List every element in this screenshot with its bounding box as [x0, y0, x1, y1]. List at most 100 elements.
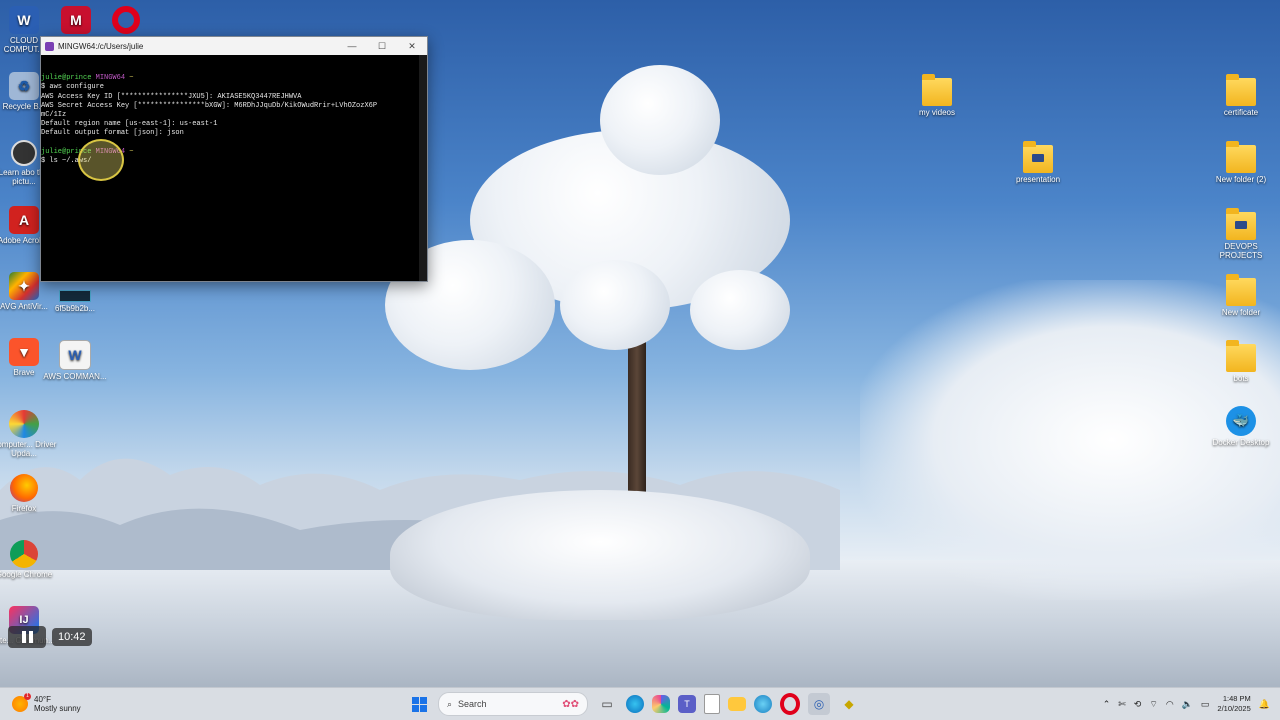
edge-icon[interactable]: [626, 695, 644, 713]
terminal-line: Default region name [us-east-1]: us-east…: [41, 120, 218, 129]
chevron-up-icon[interactable]: ⌃: [1103, 699, 1111, 710]
wifi-icon[interactable]: ◠: [1166, 699, 1174, 710]
windows-icon: [411, 696, 427, 712]
pause-icon[interactable]: [8, 626, 46, 648]
folder-icon: [1226, 74, 1256, 106]
desktop-icon-label: Docker Desktop: [1212, 438, 1270, 447]
desktop-icon-presentation[interactable]: presentation: [1003, 141, 1073, 184]
image-file-icon: [59, 290, 91, 302]
folder-icon: [1226, 208, 1256, 240]
desktop-icon-certificate[interactable]: certificate: [1206, 74, 1276, 117]
weather-desc: Mostly sunny: [34, 704, 81, 713]
search-icon: ⌕: [447, 698, 453, 709]
desktop-icon-new-folder-2[interactable]: New folder (2): [1206, 141, 1276, 184]
git-bash-icon[interactable]: ◎: [808, 693, 830, 715]
start-button[interactable]: [408, 693, 430, 715]
desktop-icon-my-videos[interactable]: my videos: [902, 74, 972, 117]
clock[interactable]: 1:48 PM 2/10/2025: [1217, 694, 1250, 714]
weather-widget[interactable]: 1 40°F Mostly sunny: [0, 693, 192, 713]
notifications-icon[interactable]: 🔔: [1259, 699, 1270, 710]
terminal-line: mC/1Iz: [41, 111, 67, 120]
prompt-env: MINGW64: [95, 74, 126, 83]
desktop-icon-label: New folder: [1221, 308, 1261, 317]
tray-app-icon[interactable]: ✄: [1118, 699, 1126, 710]
terminal-line: AWS Secret Access Key [****************b…: [41, 101, 378, 110]
word-doc-icon: W: [59, 340, 91, 370]
opera-icon: [112, 6, 140, 34]
avg-antivirus-icon: ✦: [9, 272, 39, 300]
opera-taskbar-icon[interactable]: [780, 693, 800, 715]
chrome-icon: [10, 540, 38, 568]
desktop-icon-label: Computer... Driver Upda...: [0, 440, 57, 458]
prompt-path: ~: [129, 74, 134, 83]
file-explorer-icon[interactable]: [728, 697, 746, 711]
browser-icon[interactable]: [754, 695, 772, 713]
desktop-icon-chrome[interactable]: Google Chrome: [0, 540, 59, 579]
folder-icon: [1226, 274, 1256, 306]
file-icon[interactable]: [704, 694, 720, 714]
network-icon[interactable]: ⌔: [1149, 699, 1157, 710]
desktop-icon-label: 6f5b9b2b...: [54, 304, 96, 313]
taskbar-apps: ⌕ Search ✿✿ ▭ T ◎ ◆: [408, 692, 860, 716]
terminal-scrollbar[interactable]: [419, 55, 427, 281]
folder-icon: [1226, 141, 1256, 173]
desktop-icon-firefox[interactable]: Firefox: [0, 474, 59, 513]
clock-date: 2/10/2025: [1217, 704, 1251, 713]
recycle-bin-icon: ♻: [9, 72, 39, 100]
terminal-titlebar[interactable]: MINGW64:/c/Users/julie — ☐ ✕: [41, 37, 427, 55]
firefox-icon: [10, 474, 38, 502]
desktop-icon-image-file[interactable]: 6f5b9b2b...: [40, 290, 110, 313]
desktop-icon-new-folder[interactable]: New folder: [1206, 274, 1276, 317]
copilot-icon[interactable]: [652, 695, 670, 713]
notification-badge: 1: [24, 693, 31, 700]
desktop-icon-bots[interactable]: bots: [1206, 340, 1276, 383]
desktop-icon-driver-update[interactable]: Computer... Driver Upda...: [0, 410, 59, 458]
taskbar: 1 40°F Mostly sunny ⌕ Search ✿✿ ▭ T ◎ ◆ …: [0, 687, 1280, 720]
mingw-icon: [45, 41, 54, 51]
flowers-icon: ✿✿: [562, 698, 579, 710]
driver-update-icon: [9, 410, 39, 438]
tree-crown: [600, 65, 720, 175]
sync-icon[interactable]: ⟲: [1134, 699, 1142, 710]
mouse-cursor-highlight: [78, 139, 124, 181]
folder-icon: [922, 74, 952, 106]
brave-icon: ▼: [9, 338, 39, 366]
git-icon[interactable]: ◆: [838, 693, 860, 715]
volume-icon[interactable]: 🔈: [1182, 699, 1193, 710]
task-view-icon[interactable]: ▭: [596, 693, 618, 715]
prompt-line: julie@prince MINGW64 ~: [41, 74, 427, 83]
terminal-line: Default output format [json]: json: [41, 129, 184, 138]
desktop-icon-label: bots: [1233, 374, 1249, 383]
desktop-icon-aws-commands[interactable]: W AWS COMMAN...: [40, 340, 110, 381]
search-box[interactable]: ⌕ Search ✿✿: [438, 692, 588, 716]
desktop-icon-opera[interactable]: [91, 6, 161, 36]
desktop-icon-label: Firefox: [11, 504, 37, 513]
search-placeholder: Search: [458, 699, 487, 709]
teams-icon[interactable]: T: [678, 695, 696, 713]
terminal-title: MINGW64:/c/Users/julie: [58, 41, 144, 51]
folder-icon: [1023, 141, 1053, 173]
minimize-icon[interactable]: —: [337, 41, 367, 51]
terminal-line: AWS Access Key ID [****************JXU5]…: [41, 92, 302, 101]
word-doc-icon: W: [9, 6, 39, 34]
adobe-acrobat-icon: A: [9, 206, 39, 234]
desktop-icon-label: AWS COMMAN...: [43, 372, 107, 381]
desktop-icon-devops-projects[interactable]: DEVOPS PROJECTS: [1206, 208, 1276, 260]
prompt-path: ~: [129, 147, 134, 156]
desktop-icon-label: presentation: [1015, 175, 1061, 184]
clock-time: 1:48 PM: [1222, 694, 1251, 703]
desktop-icon-label: New folder (2): [1215, 175, 1267, 184]
terminal-line: $ aws configure: [41, 83, 105, 92]
folder-icon: [1226, 340, 1256, 372]
video-timestamp: 10:42: [52, 628, 92, 646]
desktop-icon-docker[interactable]: 🐳 Docker Desktop: [1206, 406, 1276, 447]
desktop-icon-label: Google Chrome: [0, 570, 53, 579]
video-controls: 10:42: [8, 626, 92, 648]
battery-icon[interactable]: ▭: [1201, 699, 1210, 710]
sun-icon: 1: [12, 693, 31, 712]
desktop-icon-label: DEVOPS PROJECTS: [1219, 242, 1263, 260]
close-icon[interactable]: ✕: [397, 41, 427, 52]
prompt-user: julie@prince: [41, 74, 92, 83]
docker-icon: 🐳: [1226, 406, 1256, 436]
maximize-icon[interactable]: ☐: [367, 41, 397, 52]
